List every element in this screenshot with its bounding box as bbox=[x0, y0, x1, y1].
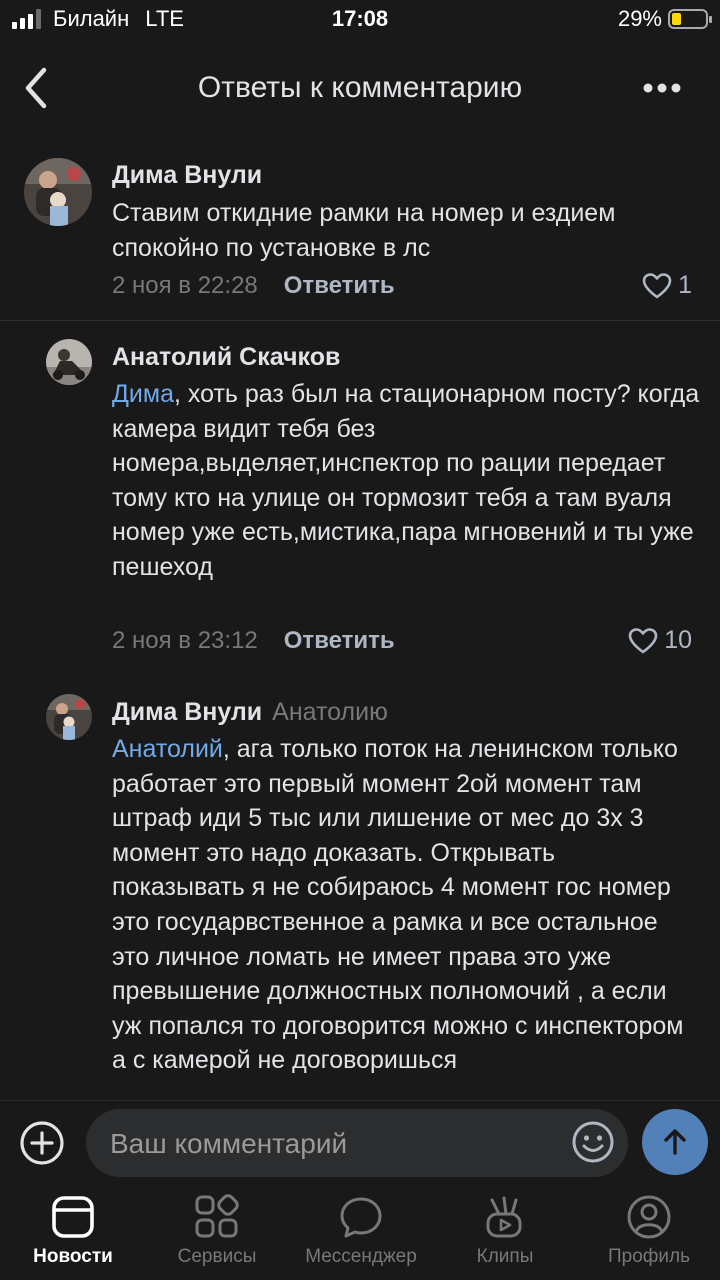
comment-body: , ага только поток на ленинском только р… bbox=[112, 735, 684, 1075]
tab-news[interactable]: Новости bbox=[1, 1194, 145, 1268]
profile-icon bbox=[627, 1195, 671, 1239]
comment-text: Анатолий, ага только поток на ленинском … bbox=[112, 732, 692, 1078]
bottom-tab-bar: Новости Сервисы Мессенджер Клипы Профиль bbox=[0, 1184, 720, 1280]
comment-composer bbox=[0, 1100, 720, 1185]
heart-icon bbox=[642, 272, 672, 298]
reply-to-label[interactable]: Анатолию bbox=[272, 698, 388, 726]
comment-meta: 2 ноя в 22:28 Ответить bbox=[112, 272, 395, 300]
mention-link[interactable]: Дима bbox=[112, 380, 174, 408]
status-bar: Билайн LTE 17:08 29% bbox=[0, 0, 720, 44]
plus-circle-icon[interactable] bbox=[18, 1119, 66, 1167]
page-title: Ответы к комментарию bbox=[197, 71, 523, 104]
comment-text: Ставим откидние рамки на номер и ездием … bbox=[112, 196, 702, 265]
comment-item: Анатолий Скачков Дима, хоть раз был на с… bbox=[0, 321, 720, 671]
services-icon bbox=[195, 1194, 239, 1238]
tab-messenger[interactable]: Мессенджер bbox=[289, 1194, 433, 1268]
tab-label: Профиль bbox=[607, 1246, 691, 1267]
status-right: 29% bbox=[617, 6, 712, 32]
tab-profile[interactable]: Профиль bbox=[577, 1194, 720, 1268]
heart-icon bbox=[628, 627, 658, 653]
news-icon bbox=[52, 1196, 94, 1238]
comment-date: 2 ноя в 23:12 bbox=[112, 627, 258, 654]
smile-icon[interactable] bbox=[570, 1119, 616, 1165]
clips-icon bbox=[486, 1196, 522, 1238]
top-bar: Ответы к комментарию bbox=[0, 44, 720, 134]
reply-button[interactable]: Ответить bbox=[284, 272, 395, 300]
messenger-icon bbox=[340, 1197, 382, 1238]
comment-input[interactable] bbox=[108, 1121, 552, 1167]
author-line: Дима Внули Анатолию bbox=[112, 698, 388, 727]
like-button[interactable]: 1 bbox=[642, 271, 692, 300]
battery-icon bbox=[668, 9, 712, 29]
author-name[interactable]: Анатолий Скачков bbox=[112, 343, 340, 371]
like-button[interactable]: 10 bbox=[628, 626, 692, 655]
comment-body: Ставим откидние рамки на номер и ездием … bbox=[112, 199, 616, 262]
arrow-up-icon bbox=[664, 1129, 686, 1155]
comment-item: Дима Внули Ставим откидние рамки на номе… bbox=[0, 134, 720, 320]
send-button[interactable] bbox=[642, 1109, 708, 1175]
tab-label: Новости bbox=[33, 1246, 113, 1267]
clock: 17:08 bbox=[331, 6, 389, 31]
avatar[interactable] bbox=[24, 158, 92, 226]
author-name[interactable]: Дима Внули bbox=[112, 698, 262, 726]
comment-item: Дима Внули Анатолию Анатолий, ага только … bbox=[0, 674, 720, 1100]
comment-meta: 2 ноя в 23:12 Ответить bbox=[112, 627, 395, 655]
tab-label: Сервисы bbox=[177, 1246, 257, 1267]
comment-date: 2 ноя в 22:28 bbox=[112, 272, 258, 299]
tab-services[interactable]: Сервисы bbox=[145, 1194, 289, 1268]
author-line: Анатолий Скачков bbox=[112, 343, 340, 372]
like-count: 10 bbox=[664, 626, 692, 654]
tab-label: Клипы bbox=[476, 1246, 534, 1267]
author-name[interactable]: Дима Внули bbox=[112, 161, 262, 189]
comment-text: Дима, хоть раз был на стационарном посту… bbox=[112, 377, 704, 585]
more-dots-icon[interactable] bbox=[642, 70, 682, 106]
reply-button[interactable]: Ответить bbox=[284, 627, 395, 655]
tab-clips[interactable]: Клипы bbox=[433, 1194, 577, 1268]
comment-thread[interactable]: Дима Внули Ставим откидние рамки на номе… bbox=[0, 134, 720, 1100]
comment-input-wrapper bbox=[86, 1109, 628, 1177]
like-count: 1 bbox=[678, 271, 692, 299]
battery-percent: 29% bbox=[617, 6, 662, 31]
author-line: Дима Внули bbox=[112, 161, 262, 190]
avatar[interactable] bbox=[46, 694, 92, 740]
mention-link[interactable]: Анатолий bbox=[112, 735, 223, 763]
tab-label: Мессенджер bbox=[305, 1246, 417, 1267]
comment-body: , хоть раз был на стационарном посту? ко… bbox=[112, 380, 700, 581]
avatar[interactable] bbox=[46, 339, 92, 385]
